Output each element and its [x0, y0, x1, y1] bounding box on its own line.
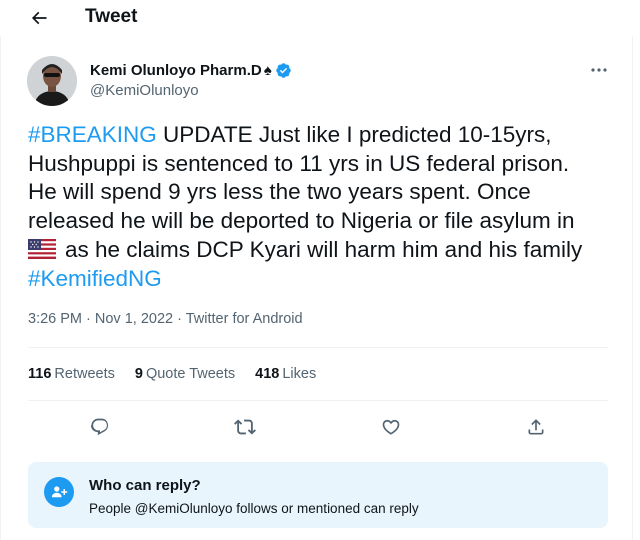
back-button[interactable]	[22, 5, 56, 31]
people-icon	[44, 477, 74, 507]
column-border-right	[632, 36, 633, 540]
reply-icon	[90, 418, 109, 436]
author-display-name[interactable]: Kemi Olunloyo Pharm.D	[90, 62, 262, 79]
tweet-source[interactable]: Twitter for Android	[186, 311, 303, 327]
quote-tweets-label: Quote Tweets	[145, 366, 236, 382]
author-avatar[interactable]	[27, 56, 77, 106]
who-can-reply-notice: Who can reply? People @KemiOlunloyo foll…	[28, 462, 608, 528]
divider	[28, 400, 608, 401]
retweets-count: 116	[28, 366, 52, 382]
share-button[interactable]	[521, 412, 551, 442]
tweet-line-1: #BREAKING UPDATE Just like I predicted 1…	[28, 121, 628, 150]
tweet-line-4: released he will be deported to Nigeria …	[28, 208, 575, 234]
tweet-line-5: as he claims DCP Kyari will harm him and…	[28, 236, 628, 265]
retweet-icon	[234, 419, 256, 435]
retweet-button[interactable]	[230, 412, 260, 442]
hashtag-kemifiedng[interactable]: #KemifiedNG	[28, 266, 162, 291]
avatar-icon	[27, 56, 77, 106]
more-options-button[interactable]	[584, 60, 614, 80]
retweets-stat[interactable]: 116 Retweets	[28, 366, 115, 382]
tweet-date[interactable]: Nov 1, 2022	[95, 311, 173, 327]
author-block: Kemi Olunloyo Pharm.D ♠ @KemiOlunloyo	[90, 60, 292, 99]
tweet-line-6: #KemifiedNG	[28, 265, 628, 294]
spade-emoji: ♠	[263, 61, 272, 79]
quote-tweets-stat[interactable]: 9 Quote Tweets	[135, 366, 235, 382]
likes-count: 418	[255, 366, 280, 382]
tweet-time[interactable]: 3:26 PM	[28, 311, 82, 327]
share-icon	[528, 419, 544, 435]
meta-separator: ·	[82, 311, 95, 327]
tweet-line-2: Hushpuppi is sentenced to 11 yrs in US f…	[28, 150, 570, 176]
likes-stat[interactable]: 418 Likes	[255, 366, 316, 382]
verified-badge-icon	[275, 62, 292, 79]
tweet-text-segment: as he claims DCP Kyari will harm him and…	[65, 236, 583, 262]
tweet-text-segment: UPDATE Just like I predicted 10-15yrs,	[156, 122, 552, 147]
likes-label: Likes	[282, 366, 317, 382]
heart-icon	[382, 419, 400, 435]
reply-button[interactable]	[85, 412, 115, 442]
meta-separator: ·	[173, 311, 186, 327]
quote-tweets-count: 9	[134, 366, 143, 382]
tweet-text: #BREAKING UPDATE Just like I predicted 1…	[28, 121, 628, 293]
arrow-left-icon	[31, 11, 47, 25]
author-handle[interactable]: @KemiOlunloyo	[90, 82, 292, 99]
retweets-label: Retweets	[54, 366, 115, 382]
tweet-line-3: He will spend 9 yrs less the two years s…	[28, 179, 531, 205]
tweet-meta: 3:26 PM · Nov 1, 2022 · Twitter for Andr…	[28, 311, 303, 327]
page-title: Tweet	[85, 6, 138, 27]
tweet-actions	[28, 412, 608, 442]
top-bar: Tweet	[0, 0, 640, 36]
who-can-reply-description: People @KemiOlunloyo follows or mentione…	[89, 501, 419, 516]
tweet-stats: 116 Retweets 9 Quote Tweets 418 Likes	[28, 366, 336, 382]
divider	[28, 347, 608, 348]
us-flag-icon	[28, 238, 56, 259]
more-icon	[591, 68, 607, 72]
hashtag-breaking[interactable]: #BREAKING	[28, 122, 157, 147]
like-button[interactable]	[376, 412, 406, 442]
who-can-reply-title: Who can reply?	[89, 477, 201, 494]
column-border-left	[0, 36, 1, 540]
